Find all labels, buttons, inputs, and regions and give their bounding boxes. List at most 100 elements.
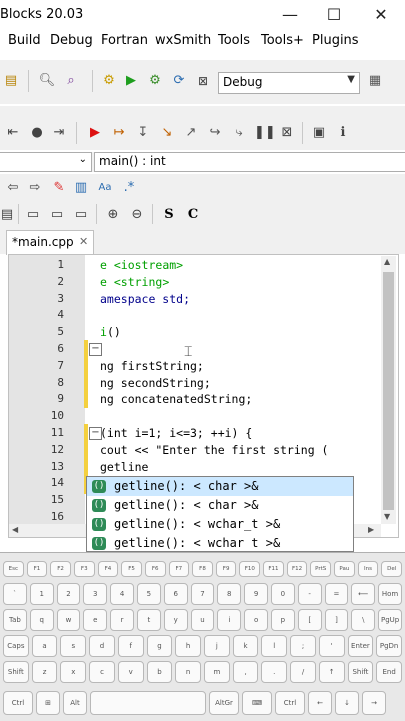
step-out-icon[interactable]: ↗ (182, 124, 200, 142)
key[interactable]: 5 (137, 583, 161, 605)
key[interactable]: ⟵ (351, 583, 376, 605)
forward-icon[interactable]: ⇨ (26, 179, 44, 197)
key[interactable]: F7 (168, 561, 190, 577)
key[interactable]: n (175, 661, 201, 683)
key[interactable]: f (117, 635, 144, 657)
code-snippet-s-icon[interactable]: S (160, 206, 178, 224)
key[interactable]: Ctrl (275, 691, 305, 715)
menu-wxsmith[interactable]: wxSmith (155, 33, 211, 48)
key[interactable]: Pau (334, 561, 355, 577)
key[interactable] (90, 691, 206, 715)
key[interactable]: 0 (271, 583, 295, 605)
key[interactable]: Alt (63, 691, 87, 715)
key[interactable]: 2 (56, 583, 81, 605)
step-into-icon[interactable]: ↘ (158, 124, 176, 142)
key[interactable]: F4 (97, 561, 119, 577)
highlight-icon[interactable]: ✎ (50, 179, 68, 197)
build-gear-icon[interactable]: ⚙ (100, 72, 118, 90)
key[interactable]: F8 (192, 561, 213, 577)
key[interactable]: p (271, 609, 295, 631)
key[interactable]: z (31, 661, 58, 683)
replace-icon[interactable]: ⌕ (62, 72, 80, 90)
key[interactable]: ; (290, 635, 316, 657)
block-icon[interactable]: ▤ (0, 206, 16, 224)
tab-main-cpp[interactable]: *main.cpp ✕ (6, 230, 94, 255)
fold-toggle-icon[interactable]: − (89, 427, 102, 440)
abort-icon[interactable]: ⊠ (194, 72, 212, 90)
key[interactable]: \ (351, 609, 376, 631)
key[interactable]: End (376, 661, 402, 683)
minimize-button[interactable]: — (276, 4, 304, 26)
find-icon[interactable]: 🔍︎ (38, 72, 56, 90)
key[interactable]: l (261, 635, 288, 657)
key[interactable]: t (137, 609, 161, 631)
scroll-up-icon[interactable]: ▲ (384, 257, 390, 266)
pause-icon[interactable]: ❚❚ (254, 124, 276, 142)
run-icon[interactable]: ▶ (122, 72, 140, 90)
key[interactable]: F2 (50, 561, 71, 577)
debug-info-icon[interactable]: ℹ (334, 124, 352, 142)
key[interactable]: . (261, 661, 288, 683)
step-back-icon[interactable]: ⇤ (4, 124, 22, 142)
key[interactable]: u (190, 609, 215, 631)
next-instruction-icon[interactable]: ↪ (206, 124, 224, 142)
key[interactable]: ' (318, 635, 345, 657)
key[interactable]: Del (381, 561, 402, 577)
key[interactable]: ⊞ (36, 691, 60, 715)
vertical-scroll-thumb[interactable] (383, 272, 394, 510)
key[interactable]: q (29, 609, 54, 631)
key[interactable]: 1 (29, 583, 54, 605)
key[interactable]: / (290, 661, 316, 683)
key[interactable]: s (60, 635, 87, 657)
zoom-out-icon[interactable]: ⊖ (128, 206, 146, 224)
menu-tools-plus[interactable]: Tools+ (261, 33, 304, 48)
step-forward-icon[interactable]: ⇥ (50, 124, 68, 142)
key[interactable]: Ctrl (3, 691, 33, 715)
key[interactable]: - (297, 583, 322, 605)
key[interactable]: v (117, 661, 144, 683)
stop-debug-icon[interactable]: ⊠ (278, 124, 296, 142)
maximize-button[interactable]: ☐ (320, 4, 348, 26)
close-button[interactable]: ✕ (367, 4, 395, 26)
autocomplete-item[interactable]: () getline(): < char >& (87, 496, 353, 515)
select-icon[interactable]: ▥ (72, 179, 90, 197)
regex-icon[interactable]: .* (120, 179, 138, 197)
tab-close-icon[interactable]: ✕ (79, 235, 88, 248)
key[interactable]: ⌨ (242, 691, 272, 715)
key[interactable]: F5 (121, 561, 142, 577)
menu-build[interactable]: Build (8, 33, 41, 48)
key[interactable]: F6 (144, 561, 166, 577)
key[interactable]: h (175, 635, 201, 657)
key[interactable]: Enter (347, 635, 374, 657)
code-snippet-c-icon[interactable]: C (184, 206, 202, 224)
zoom-in-icon[interactable]: ⊕ (104, 206, 122, 224)
key[interactable]: Hom (378, 583, 402, 605)
key[interactable]: w (56, 609, 81, 631)
toggle-comment-icon[interactable]: ▭ (72, 206, 90, 224)
key[interactable]: , (232, 661, 259, 683)
key[interactable]: PgUp (378, 609, 402, 631)
menu-fortran[interactable]: Fortran (101, 33, 148, 48)
key[interactable]: Esc (3, 561, 24, 577)
uncomment-icon[interactable]: ▭ (48, 206, 66, 224)
match-case-icon[interactable]: Aa (96, 179, 114, 197)
key[interactable]: 9 (244, 583, 268, 605)
key[interactable]: → (362, 691, 386, 715)
key[interactable]: Shift (3, 661, 29, 683)
key[interactable]: F3 (73, 561, 95, 577)
debug-start-icon[interactable]: ▶ (86, 124, 104, 142)
key[interactable]: Caps (3, 635, 29, 657)
key[interactable]: ] (324, 609, 349, 631)
build-target-select[interactable]: Debug ▼ (218, 72, 360, 94)
key[interactable]: a (31, 635, 58, 657)
key[interactable]: b (146, 661, 173, 683)
key[interactable]: Shift (347, 661, 374, 683)
key[interactable]: PrtS (310, 561, 332, 577)
key[interactable]: y (163, 609, 188, 631)
key[interactable]: 6 (163, 583, 188, 605)
key[interactable]: PgDn (376, 635, 402, 657)
key[interactable]: c (89, 661, 115, 683)
key[interactable]: F10 (239, 561, 261, 577)
key[interactable]: ↓ (335, 691, 359, 715)
rebuild-icon[interactable]: ⟳ (170, 72, 188, 90)
